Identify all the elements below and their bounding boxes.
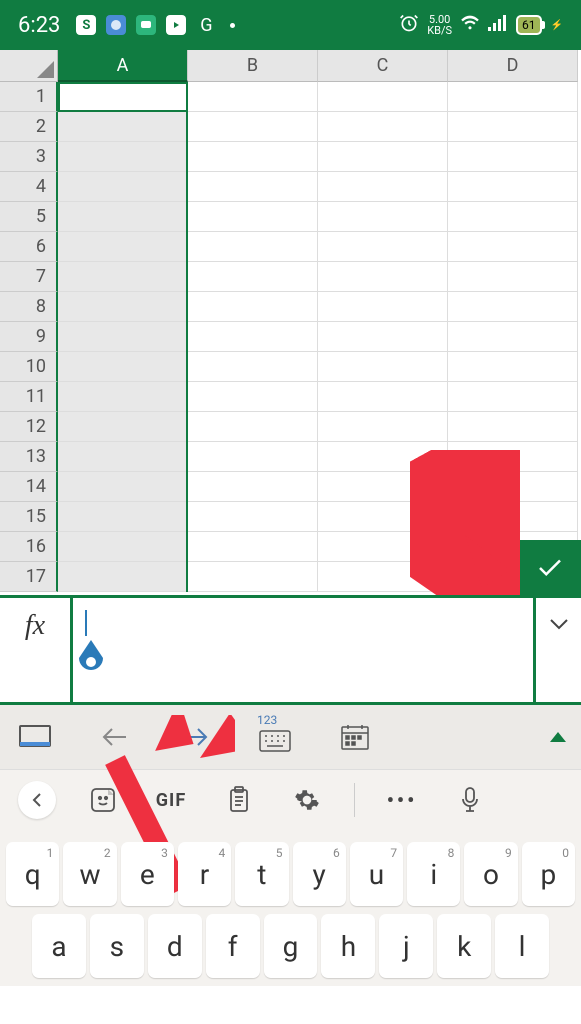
- select-all-corner[interactable]: [0, 50, 58, 82]
- status-dot: [230, 23, 235, 28]
- key-s[interactable]: s: [90, 914, 144, 978]
- key-w[interactable]: 2w: [63, 842, 116, 906]
- clipboard-button[interactable]: [218, 779, 260, 821]
- row-header[interactable]: 12: [0, 412, 58, 442]
- signal-icon: [488, 15, 508, 35]
- alarm-icon: [399, 13, 419, 37]
- app-icon-s: S: [76, 15, 96, 35]
- device-icon[interactable]: [15, 717, 55, 757]
- formula-bar: fx: [0, 595, 581, 705]
- row-header[interactable]: 15: [0, 502, 58, 532]
- column-header-a[interactable]: A: [58, 50, 188, 82]
- expand-formula-button[interactable]: [536, 598, 581, 702]
- network-speed: 5.00 KB/S: [427, 14, 452, 36]
- key-l[interactable]: l: [495, 914, 549, 978]
- row-header[interactable]: 4: [0, 172, 58, 202]
- voice-input-button[interactable]: [449, 779, 491, 821]
- app-icon-g: G: [196, 15, 216, 35]
- spreadsheet[interactable]: A B C D 1 2 3 4 5 6 7 8 9 10 11 12 13 14…: [0, 50, 581, 595]
- status-time: 6:23: [18, 13, 60, 38]
- key-d[interactable]: d: [148, 914, 202, 978]
- keyboard-row-2: a s d f g h j k l: [4, 910, 577, 982]
- row-header[interactable]: 3: [0, 142, 58, 172]
- confirm-button[interactable]: [519, 540, 581, 595]
- key-q[interactable]: 1q: [6, 842, 59, 906]
- keyboard-back-button[interactable]: [18, 781, 56, 819]
- back-arrow-icon[interactable]: [95, 717, 135, 757]
- key-g[interactable]: g: [264, 914, 318, 978]
- row-header[interactable]: 8: [0, 292, 58, 322]
- keyboard-row-1: 1q 2w 3e 4r 5t 6y 7u 8i 9o 0p: [4, 838, 577, 910]
- cancel-button[interactable]: [457, 540, 519, 595]
- app-icon-chat: [136, 15, 156, 35]
- key-o[interactable]: 9o: [464, 842, 517, 906]
- key-i[interactable]: 8i: [407, 842, 460, 906]
- sticker-button[interactable]: [82, 779, 124, 821]
- active-cell[interactable]: [58, 82, 188, 112]
- row-header[interactable]: 16: [0, 532, 58, 562]
- cells-grid[interactable]: [58, 82, 578, 592]
- input-toolbar: 123: [0, 705, 581, 770]
- row-header[interactable]: 11: [0, 382, 58, 412]
- key-y[interactable]: 6y: [293, 842, 346, 906]
- cursor-handle-icon[interactable]: [77, 640, 105, 680]
- app-icon-youtube: [166, 15, 186, 35]
- key-f[interactable]: f: [206, 914, 260, 978]
- key-u[interactable]: 7u: [350, 842, 403, 906]
- key-j[interactable]: j: [379, 914, 433, 978]
- date-picker-button[interactable]: [335, 717, 375, 757]
- row-header[interactable]: 6: [0, 232, 58, 262]
- row-header[interactable]: 1: [0, 82, 58, 112]
- row-header[interactable]: 17: [0, 562, 58, 592]
- key-k[interactable]: k: [437, 914, 491, 978]
- column-header-c[interactable]: C: [318, 50, 448, 82]
- key-p[interactable]: 0p: [522, 842, 575, 906]
- more-options-button[interactable]: •••: [381, 779, 423, 821]
- collapse-toolbar-button[interactable]: [550, 732, 566, 742]
- app-icon-blue: [106, 15, 126, 35]
- wifi-icon: [460, 15, 480, 35]
- gif-button[interactable]: GIF: [150, 779, 192, 821]
- row-header[interactable]: 10: [0, 352, 58, 382]
- key-e[interactable]: 3e: [121, 842, 174, 906]
- formula-input[interactable]: [70, 598, 536, 702]
- numeric-keyboard-button[interactable]: 123: [255, 717, 295, 757]
- row-header[interactable]: 13: [0, 442, 58, 472]
- row-header[interactable]: 14: [0, 472, 58, 502]
- status-bar: 6:23 S G 5.00 KB/S 61 ⚡: [0, 0, 581, 50]
- row-headers: 1 2 3 4 5 6 7 8 9 10 11 12 13 14 15 16 1…: [0, 82, 58, 592]
- battery-indicator: 61: [516, 15, 542, 35]
- key-h[interactable]: h: [321, 914, 375, 978]
- keyboard-suggestion-bar: GIF •••: [0, 770, 581, 830]
- text-cursor: [85, 610, 87, 636]
- forward-arrow-icon[interactable]: [175, 717, 215, 757]
- settings-button[interactable]: [286, 779, 328, 821]
- divider: [354, 783, 355, 817]
- column-header-b[interactable]: B: [188, 50, 318, 82]
- row-header[interactable]: 5: [0, 202, 58, 232]
- fx-label[interactable]: fx: [0, 598, 70, 702]
- column-header-d[interactable]: D: [448, 50, 578, 82]
- key-t[interactable]: 5t: [235, 842, 288, 906]
- key-r[interactable]: 4r: [178, 842, 231, 906]
- charging-icon: ⚡: [551, 20, 563, 31]
- row-header[interactable]: 7: [0, 262, 58, 292]
- row-header[interactable]: 9: [0, 322, 58, 352]
- key-a[interactable]: a: [32, 914, 86, 978]
- row-header[interactable]: 2: [0, 112, 58, 142]
- keyboard: 1q 2w 3e 4r 5t 6y 7u 8i 9o 0p a s d f g …: [0, 830, 581, 986]
